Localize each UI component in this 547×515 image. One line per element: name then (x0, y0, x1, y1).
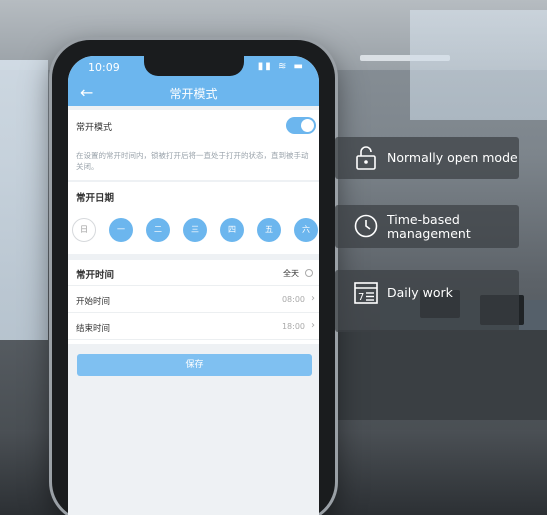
save-button[interactable]: 保存 (77, 354, 312, 376)
day-sat[interactable]: 六 (294, 218, 318, 242)
start-time-row[interactable]: 开始时间 08:00 › (68, 287, 319, 313)
dates-label: 常开日期 (76, 193, 115, 204)
feature-card-time-based: Time-based management (335, 205, 519, 248)
end-time-value: 18:00 (281, 322, 305, 331)
all-day-label: 全天 (283, 269, 299, 278)
end-time-label: 结束时间 (76, 324, 111, 334)
chevron-right-icon: › (311, 320, 315, 331)
day-mon[interactable]: 一 (109, 218, 133, 242)
lock-icon (356, 146, 376, 170)
day-thu[interactable]: 四 (220, 218, 244, 242)
window (410, 10, 547, 120)
feature-text: Daily work (387, 285, 453, 300)
status-icons: ▮▮ ≋ ▬ (257, 61, 305, 72)
desk (330, 330, 547, 420)
day-selector: 日 一 二 三 四 五 六 (72, 218, 319, 244)
nav-bar: ← 常开模式 (68, 80, 319, 106)
window (0, 60, 48, 340)
time-header-row: 常开时间 全天 (68, 260, 319, 286)
page-title: 常开模式 (169, 87, 218, 101)
mode-description: 在设置的常开时间内，锁被打开后将一直处于打开的状态，直到被手动关闭。 (76, 151, 309, 171)
time-section: 常开时间 全天 开始时间 08:00 › 结束时间 18:00 › (68, 260, 319, 344)
mode-toggle[interactable] (286, 117, 316, 134)
day-fri[interactable]: 五 (257, 218, 281, 242)
mode-section: 常开模式 在设置的常开时间内，锁被打开后将一直处于打开的状态，直到被手动关闭。 (68, 110, 319, 180)
clock-icon (354, 214, 378, 238)
day-tue[interactable]: 二 (146, 218, 170, 242)
dates-section: 常开日期 日 一 二 三 四 五 六 (68, 182, 319, 254)
feature-text: Time-based management (387, 212, 471, 241)
end-time-row[interactable]: 结束时间 18:00 › (68, 314, 319, 340)
day-sun[interactable]: 日 (72, 218, 96, 242)
phone-notch (144, 56, 244, 76)
phone-screen: 10:09 ▮▮ ≋ ▬ ← 常开模式 常开模式 在设置的常开时间内，锁被打开后… (68, 56, 319, 515)
phone: 10:09 ▮▮ ≋ ▬ ← 常开模式 常开模式 在设置的常开时间内，锁被打开后… (52, 40, 335, 515)
svg-text:7: 7 (358, 292, 364, 303)
status-time: 10:09 (88, 61, 120, 74)
chevron-right-icon: › (311, 293, 315, 304)
mode-label: 常开模式 (76, 123, 113, 133)
day-wed[interactable]: 三 (183, 218, 207, 242)
start-time-value: 08:00 (281, 295, 305, 304)
toggle-knob (301, 119, 314, 132)
all-day-radio[interactable] (305, 269, 313, 277)
start-time-label: 开始时间 (76, 297, 111, 307)
calendar-icon: 7 (354, 282, 378, 304)
time-label: 常开时间 (76, 270, 115, 281)
feature-card-normally-open: Normally open mode (335, 137, 519, 179)
feature-text: Normally open mode (387, 150, 518, 165)
feature-card-daily-work: 7 Daily work (335, 270, 519, 332)
